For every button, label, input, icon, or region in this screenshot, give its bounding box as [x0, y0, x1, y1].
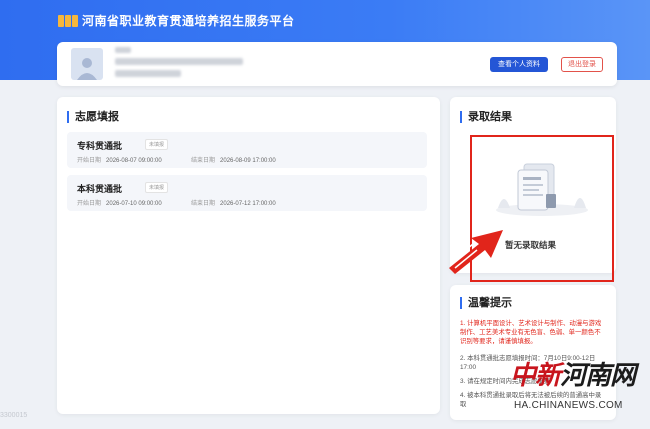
platform-title: 河南省职业教育贯通培养招生服务平台: [82, 14, 295, 28]
watermark-black-text: 河南网: [560, 361, 636, 391]
status-badge: 未填报: [145, 139, 169, 150]
admission-panel-title: 录取结果: [460, 111, 512, 123]
intent-name: 本科贯通批: [77, 184, 123, 194]
start-date-label: 开始日期: [77, 201, 102, 207]
intent-card-benke[interactable]: 本科贯通批 未填报 开始日期 2026-07-10 09:00:00 结束日期 20…: [67, 175, 427, 211]
logout-button[interactable]: 退出登录: [561, 57, 603, 72]
tips-panel-title: 温馨提示: [460, 297, 512, 309]
end-date: 结束日期 2026-07-12 17:00:00: [191, 198, 276, 207]
end-date-label: 结束日期: [191, 158, 216, 164]
blurred-user-name: [115, 47, 131, 53]
background-code: 3300015: [0, 412, 28, 419]
volunteer-panel: 志愿填报 专科贯通批 未填报 开始日期 2026-08-07 09:00:00 结…: [57, 97, 440, 414]
user-avatar-icon: [77, 58, 97, 80]
avatar: [71, 48, 103, 80]
blurred-user-id: [115, 70, 181, 77]
end-date-value: 2026-08-09 17:00:00: [220, 158, 276, 164]
brand[interactable]: 河南省职业教育贯通培养招生服务平台: [58, 12, 295, 29]
start-date-value: 2026-07-10 09:00:00: [106, 201, 162, 207]
end-date: 结束日期 2026-08-09 17:00:00: [191, 155, 276, 164]
news-watermark-logo: 中新河南网: [510, 355, 636, 392]
start-date: 开始日期 2026-08-07 09:00:00: [77, 155, 162, 164]
red-arrow-icon: [449, 230, 503, 274]
intent-card-zhuanke[interactable]: 专科贯通批 未填报 开始日期 2026-08-07 09:00:00 结束日期 20…: [67, 132, 427, 168]
view-profile-button[interactable]: 查看个人资料: [490, 57, 548, 72]
end-date-label: 结束日期: [191, 201, 216, 207]
start-date-value: 2026-08-07 09:00:00: [106, 158, 162, 164]
status-badge: 未填报: [145, 182, 169, 193]
watermark-url: HA.CHINANEWS.COM: [514, 400, 623, 411]
watermark-red-text: 中新: [510, 361, 561, 391]
start-date-label: 开始日期: [77, 158, 102, 164]
start-date: 开始日期 2026-07-10 09:00:00: [77, 198, 162, 207]
volunteer-panel-title: 志愿填报: [67, 111, 119, 123]
tip-item: 1. 计算机平面设计、艺术设计与制作、动漫与游戏制作、工艺美术专业有无色盲、色弱…: [460, 320, 602, 345]
user-info-card: 查看个人资料 退出登录: [57, 42, 617, 86]
blurred-user-info: [115, 58, 243, 65]
end-date-value: 2026-07-12 17:00:00: [220, 201, 276, 207]
platform-logo-icon: [58, 14, 78, 27]
intent-name: 专科贯通批: [77, 141, 123, 151]
